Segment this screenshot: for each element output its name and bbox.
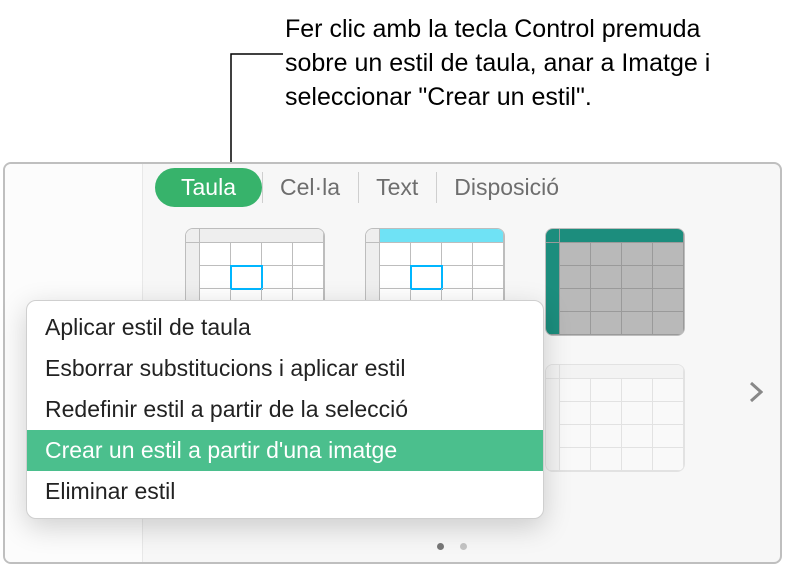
table-style-thumb-3[interactable] xyxy=(545,228,685,336)
styles-pager xyxy=(437,543,467,550)
tab-text[interactable]: Text xyxy=(358,168,436,207)
table-style-context-menu: Aplicar estil de taula Esborrar substitu… xyxy=(26,300,544,519)
menu-item-clear-overrides[interactable]: Esborrar substitucions i aplicar estil xyxy=(27,348,543,389)
menu-item-delete-style[interactable]: Eliminar estil xyxy=(27,471,543,512)
pager-dot-1[interactable] xyxy=(437,543,444,550)
table-style-thumb-6[interactable] xyxy=(545,364,685,472)
menu-item-create-from-image[interactable]: Crear un estil a partir d'una imatge xyxy=(27,430,543,471)
inspector-tabs: Taula Cel·la Text Disposició xyxy=(155,168,577,207)
chevron-right-icon xyxy=(749,381,763,408)
tab-taula[interactable]: Taula xyxy=(155,168,262,207)
pager-dot-2[interactable] xyxy=(460,543,467,550)
next-styles-button[interactable] xyxy=(742,380,770,408)
tab-cella[interactable]: Cel·la xyxy=(262,168,358,207)
menu-item-redefine-style[interactable]: Redefinir estil a partir de la selecció xyxy=(27,389,543,430)
menu-item-apply-style[interactable]: Aplicar estil de taula xyxy=(27,307,543,348)
tab-disposicio[interactable]: Disposició xyxy=(436,168,577,207)
